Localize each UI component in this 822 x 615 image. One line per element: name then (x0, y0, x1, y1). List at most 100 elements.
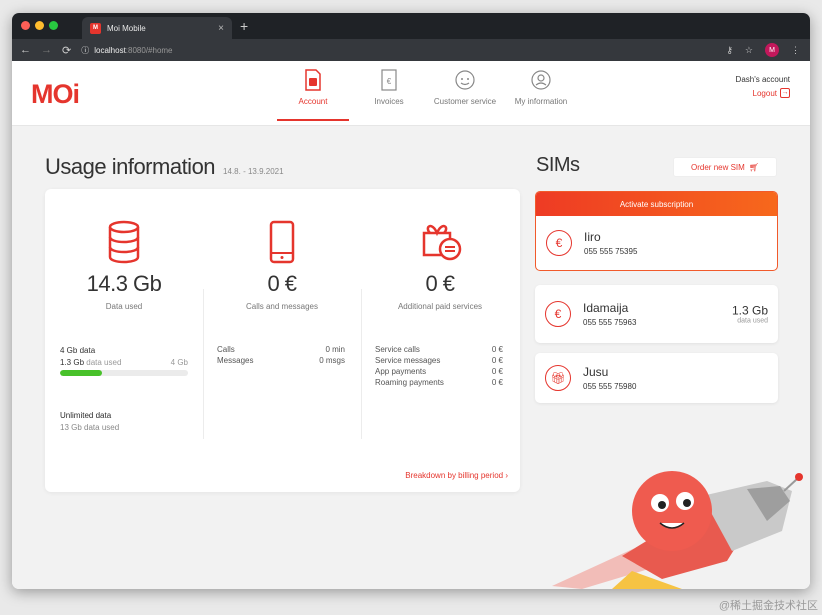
favicon-icon: M (90, 22, 101, 34)
row-value: 0 € (491, 378, 503, 387)
sim-number: 055 555 75963 (583, 318, 637, 327)
info-icon: ⓘ (81, 45, 90, 55)
row-label: Service calls (375, 345, 420, 354)
list-item: Calls 0 min (217, 344, 345, 355)
bookmark-star-icon[interactable]: ☆ (745, 45, 753, 56)
data-progress-fill (60, 370, 102, 376)
usage-card: 14.3 Gb Data used 4 Gb data 1.3 Gb data … (45, 189, 520, 492)
sim-usage-value: 1.3 Gb (731, 303, 768, 318)
unlimited-data-block: Unlimited data 13 Gb data used (60, 411, 119, 432)
database-icon (104, 219, 144, 265)
row-value: 0 € (491, 356, 503, 365)
nav-customer-service[interactable]: Customer service (427, 69, 503, 117)
reload-icon[interactable]: ⟳ (62, 44, 71, 57)
usage-dates: 14.8. - 13.9.2021 (223, 167, 284, 176)
order-sim-label: Order new SIM (691, 162, 745, 172)
activate-label: Activate subscription (619, 199, 694, 209)
browser-tab[interactable]: M Moi Mobile × (82, 17, 232, 39)
activate-sim-card: Activate subscription € Iiro 055 555 753… (535, 191, 778, 271)
calls-rows: Calls 0 min Messages 0 msgs (217, 344, 345, 366)
row-value: 0 min (325, 345, 345, 354)
close-window-button[interactable] (21, 21, 30, 30)
cart-icon: 🛒︎ (748, 162, 759, 172)
profile-avatar[interactable]: M (765, 43, 779, 57)
data-progress-bar (60, 370, 188, 376)
breakdown-link[interactable]: Breakdown by billing period › (405, 471, 508, 480)
svg-text:€: € (387, 77, 392, 86)
invoice-icon: € (378, 69, 400, 91)
maximize-window-button[interactable] (49, 21, 58, 30)
data-plan-used-label: data used (86, 358, 122, 367)
sims-title: SIMs (536, 154, 580, 176)
site-header: MOi Account € Invoices Customer service … (12, 61, 810, 126)
sim-name: Iiro (584, 230, 601, 244)
calls-column: 0 € Calls and messages Calls 0 min Messag… (203, 189, 361, 492)
logout-label: Logout (752, 88, 777, 98)
row-value: 0 msgs (319, 356, 345, 365)
tab-close-icon[interactable]: × (218, 23, 224, 34)
row-label: Roaming payments (375, 378, 444, 387)
data-plan-title: 4 Gb data (60, 346, 96, 355)
unlimited-used-label: data used (84, 423, 120, 432)
paid-services-label: Additional paid services (397, 302, 483, 311)
activate-subscription-button[interactable]: Activate subscription (536, 192, 777, 216)
nav-account-label: Account (298, 97, 328, 106)
sim-item[interactable]: € Idamaija 055 555 75963 1.3 Gb data use… (535, 285, 778, 343)
logout-link[interactable]: Logout → (736, 88, 790, 98)
tab-title: Moi Mobile (107, 23, 146, 33)
url-path: :8080/#home (125, 45, 173, 55)
sim-name: Idamaija (583, 301, 629, 315)
row-label: Calls (217, 345, 235, 354)
key-icon[interactable]: ⚷ (726, 45, 733, 56)
sim-name: Jusu (583, 365, 609, 379)
euro-icon: € (546, 230, 572, 256)
paid-services-column: 0 € Additional paid services Service cal… (361, 189, 519, 492)
rocket-mascot-illustration (552, 471, 803, 589)
moi-logo[interactable]: MOi (31, 79, 80, 110)
nav-invoices-label: Invoices (374, 97, 404, 106)
row-value: 0 € (491, 367, 503, 376)
minimize-window-button[interactable] (35, 21, 44, 30)
data-usage-column: 14.3 Gb Data used 4 Gb data 1.3 Gb data … (45, 189, 203, 492)
breakdown-label: Breakdown by billing period (405, 471, 504, 480)
euro-icon: € (545, 301, 571, 327)
nav-my-information-label: My information (514, 97, 568, 106)
back-icon[interactable]: ← (20, 44, 31, 56)
account-box: Dash's account Logout → (736, 75, 790, 98)
sim-item[interactable]: € Iiro 055 555 75395 (546, 230, 637, 256)
new-tab-button[interactable]: + (240, 18, 248, 34)
list-item: Service calls 0 € (375, 344, 503, 355)
row-value: 0 € (491, 345, 503, 354)
forward-icon[interactable]: → (41, 44, 52, 56)
phone-icon (262, 219, 302, 265)
list-item: Service messages 0 € (375, 355, 503, 366)
paid-services-rows: Service calls 0 € Service messages 0 € App… (375, 344, 503, 388)
calls-cost-label: Calls and messages (245, 302, 319, 311)
page: MOi Account € Invoices Customer service … (12, 61, 810, 589)
browser-tabbar: M Moi Mobile × + (12, 13, 810, 39)
account-name: Dash's account (735, 75, 790, 84)
data-used-label: Data used (105, 302, 143, 311)
browser-window: M Moi Mobile × + ← → ⟳ ⓘ localhost:8080/… (12, 13, 810, 589)
data-used-value: 14.3 Gb (86, 271, 162, 296)
nav-invoices[interactable]: € Invoices (351, 69, 427, 117)
sim-number: 055 555 75980 (583, 382, 637, 391)
customer-service-icon (454, 69, 476, 91)
sim-number: 055 555 75395 (584, 247, 638, 256)
data-plan-total: 4 Gb (170, 358, 188, 367)
calls-cost-value: 0 € (267, 271, 297, 296)
order-sim-button[interactable]: Order new SIM 🛒︎ (673, 157, 777, 177)
row-label: Service messages (375, 356, 441, 365)
menu-icon[interactable]: ⋮ (791, 45, 800, 56)
address-bar: ← → ⟳ ⓘ localhost:8080/#home ⚷ ☆ M ⋮ (12, 39, 810, 61)
data-plan-used: 1.3 Gb (60, 358, 85, 367)
row-label: Messages (217, 356, 254, 365)
list-item: App payments 0 € (375, 366, 503, 377)
usage-title: Usage information (45, 154, 216, 179)
list-item: Roaming payments 0 € (375, 377, 503, 388)
sim-item[interactable]: 🎁︎ Jusu 055 555 75980 (535, 353, 778, 403)
nav-my-information[interactable]: My information (503, 69, 579, 117)
data-plan-block: 4 Gb data 1.3 Gb data used 4 Gb (60, 346, 188, 376)
nav-account[interactable]: Account (275, 69, 351, 121)
url-field[interactable]: ⓘ localhost:8080/#home (81, 45, 172, 56)
